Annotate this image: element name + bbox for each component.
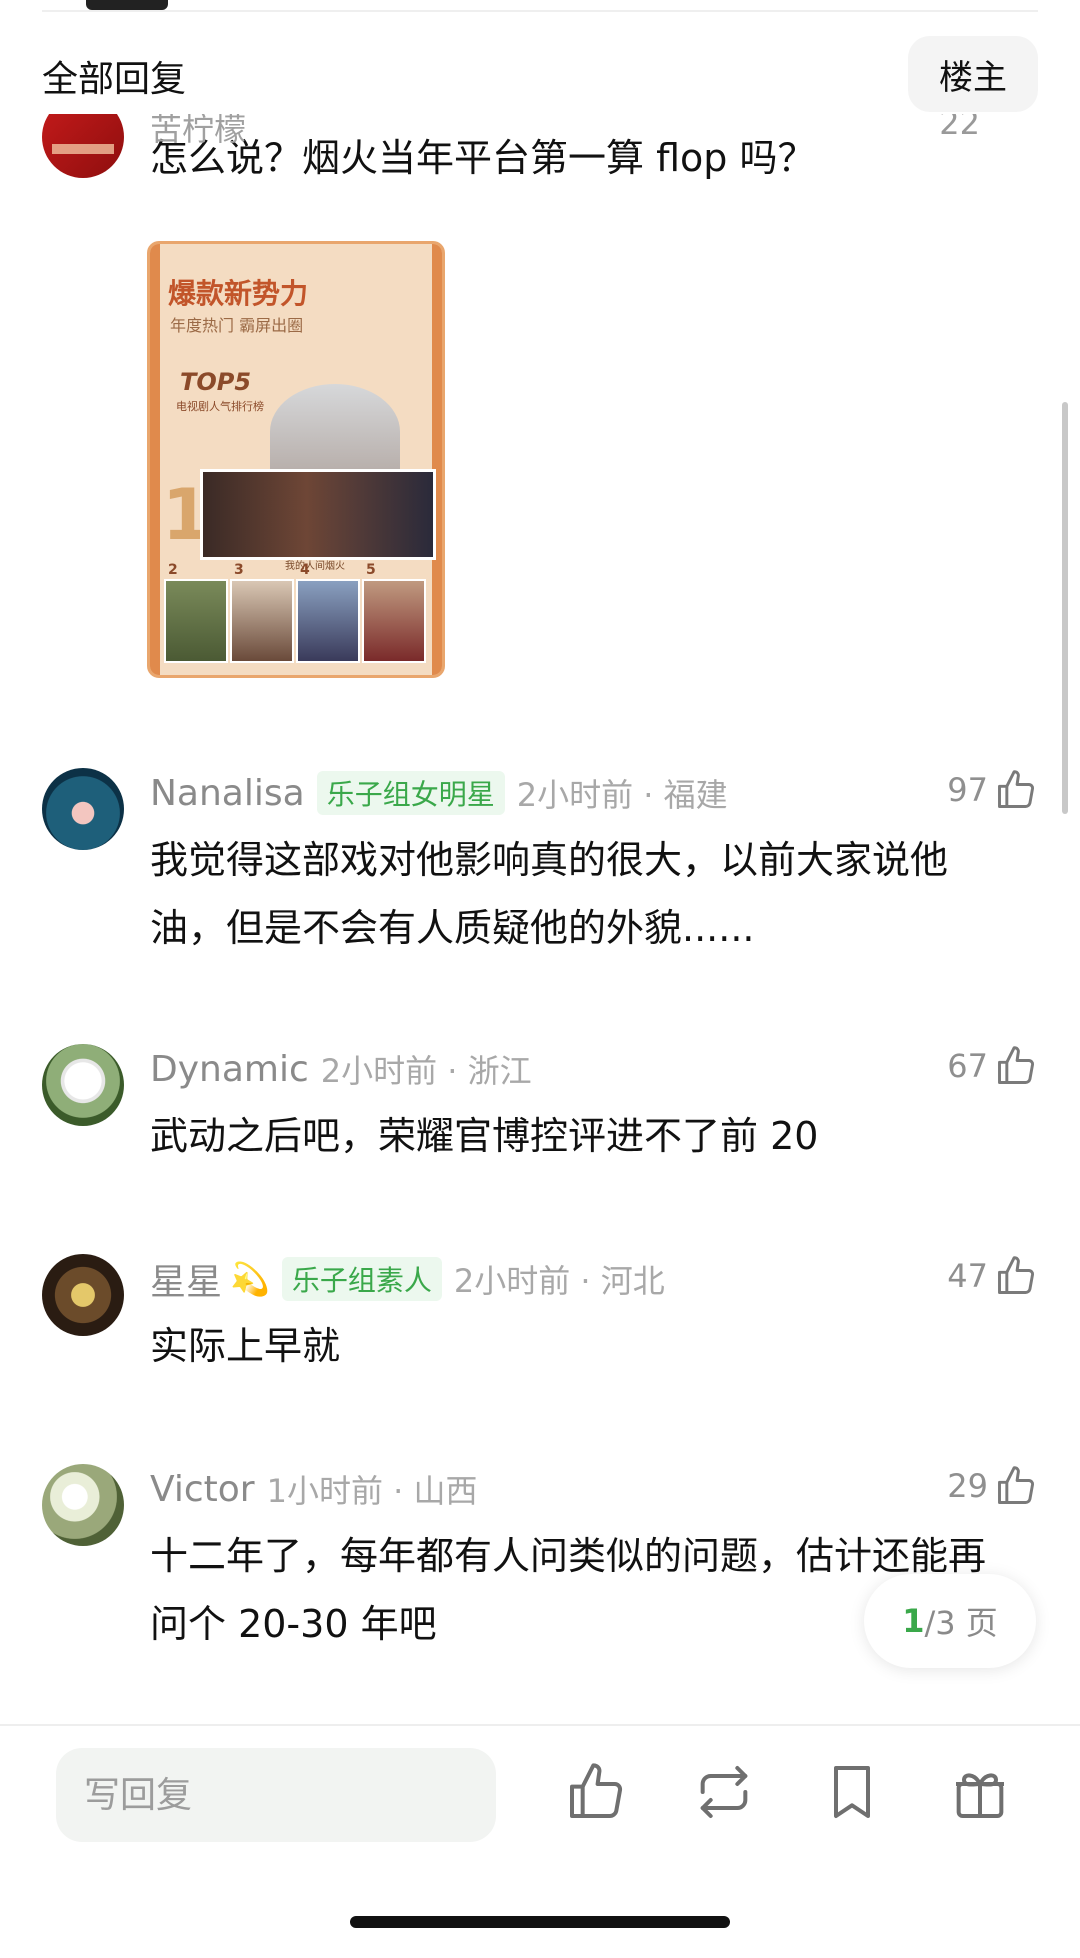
comment-time-location: 1小时前 · 山西 <box>266 1472 478 1510</box>
image-poster <box>296 579 360 663</box>
avatar[interactable] <box>42 768 124 850</box>
comment-meta: Nanalisa 乐子组女明星 2小时前 · 福建 <box>150 768 728 818</box>
comment-image[interactable]: 爆款新势力 年度热门 霸屏出圈 TOP5 电视剧人气排行榜 1 我的人间烟火 2… <box>147 241 445 678</box>
current-page: 1 <box>902 1602 925 1640</box>
comment-text: 怎么说？烟火当年平台第一算 flop 吗？ <box>150 136 816 180</box>
image-poster <box>164 579 228 663</box>
gift-icon[interactable] <box>948 1760 1012 1824</box>
repost-icon[interactable] <box>692 1760 756 1824</box>
bottom-toolbar <box>0 1724 1080 1958</box>
like-button[interactable]: 29 <box>947 1464 1038 1508</box>
page-title: 全部回复 <box>42 59 187 100</box>
reply-input[interactable] <box>56 1748 496 1842</box>
comment-time-location: 2小时前 · 浙江 <box>320 1052 532 1090</box>
image-border <box>150 244 160 675</box>
like-button[interactable]: 67 <box>947 1044 1038 1088</box>
image-people <box>270 384 400 479</box>
comment-text: 武动之后吧，荣耀官博控评进不了前 20 <box>150 1114 819 1158</box>
comment-text: 实际上早就 <box>150 1324 341 1368</box>
like-button[interactable]: 97 <box>947 768 1038 812</box>
thumbs-up-icon <box>998 1046 1034 1084</box>
op-only-button[interactable]: 楼主 <box>908 36 1038 112</box>
reply-header: 全部回复 楼主 <box>0 34 1080 114</box>
user-badge: 乐子组女明星 <box>316 771 505 815</box>
avatar[interactable] <box>42 1464 124 1546</box>
image-rank-number: 5 <box>366 562 376 578</box>
user-badge: 乐子组素人 <box>281 1257 442 1301</box>
avatar[interactable] <box>42 1254 124 1336</box>
comment-meta: Victor 1小时前 · 山西 <box>150 1464 477 1514</box>
like-count: 29 <box>947 1467 988 1505</box>
like-count: 47 <box>947 1257 988 1295</box>
username[interactable]: Victor <box>150 1469 255 1510</box>
image-subtitle: 年度热门 霸屏出圈 <box>170 316 304 335</box>
like-count: 97 <box>947 771 988 809</box>
home-indicator <box>350 1916 730 1928</box>
image-rank-number: 4 <box>300 562 310 578</box>
divider <box>42 10 1038 12</box>
username[interactable]: Nanalisa <box>150 773 305 814</box>
top-handle <box>86 0 168 10</box>
avatar[interactable] <box>42 1044 124 1126</box>
image-border <box>432 244 442 675</box>
username[interactable]: 星星 <box>150 1253 222 1305</box>
image-rank-number: 3 <box>234 562 244 578</box>
page-indicator[interactable]: 1/3 页 <box>864 1574 1036 1668</box>
like-button[interactable]: 47 <box>947 1254 1038 1298</box>
image-headline: 爆款新势力 <box>168 277 309 310</box>
sparkle-emoji-icon: 💫 <box>230 1260 270 1298</box>
username[interactable]: Dynamic <box>150 1049 309 1090</box>
image-top5-sub: 电视剧人气排行榜 <box>176 400 264 413</box>
thumbs-up-icon <box>998 1466 1034 1504</box>
bookmark-icon[interactable] <box>820 1760 884 1824</box>
thumbs-up-icon <box>998 770 1034 808</box>
like-icon[interactable] <box>564 1760 628 1824</box>
thumbs-up-icon <box>998 1256 1034 1294</box>
comment-meta: 星星 💫 乐子组素人 2小时前 · 河北 <box>150 1254 665 1304</box>
comment-text: 我觉得这部戏对他影响真的很大，以前大家说他油，但是不会有人质疑他的外貌.....… <box>150 838 949 950</box>
image-poster <box>362 579 426 663</box>
comment-time-location: 2小时前 · 河北 <box>453 1262 665 1300</box>
like-count: 67 <box>947 1047 988 1085</box>
image-rank-number: 2 <box>168 562 178 578</box>
scrollbar[interactable] <box>1062 402 1068 814</box>
total-pages: /3 页 <box>924 1604 998 1642</box>
comment-time-location: 2小时前 · 福建 <box>516 776 728 814</box>
image-poster <box>230 579 294 663</box>
comment-meta: Dynamic 2小时前 · 浙江 <box>150 1044 532 1094</box>
image-top5: TOP5 <box>180 368 252 396</box>
image-poster-1 <box>200 469 436 560</box>
